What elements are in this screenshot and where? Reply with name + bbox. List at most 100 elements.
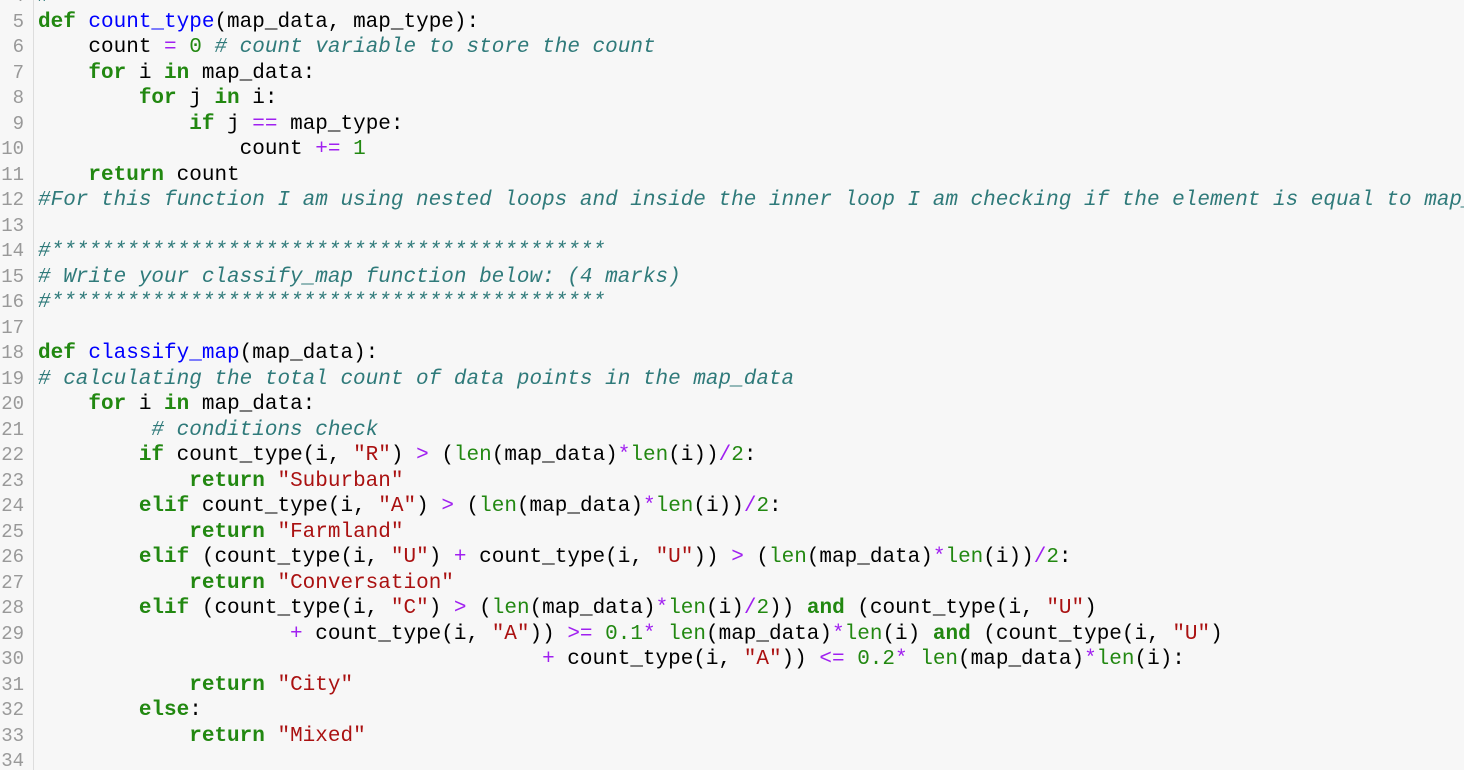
- code-line[interactable]: 30 + count_type(i, "A")) <= 0.2* len(map…: [0, 647, 1464, 673]
- code-lines[interactable]: 4#5def count_type(map_data, map_type):6 …: [0, 0, 1464, 770]
- code-text: + count_type(i, "A")) >= 0.1* len(map_da…: [38, 622, 1223, 648]
- line-number: 10: [1, 138, 24, 160]
- code-token: (: [428, 444, 454, 467]
- code-line[interactable]: 34: [0, 749, 1464, 770]
- code-line[interactable]: 27 return "Conversation": [0, 571, 1464, 597]
- comment-token: # conditions check: [151, 418, 379, 442]
- code-token: (i):: [1134, 648, 1185, 671]
- operator-token: <=: [819, 648, 845, 671]
- code-token: (map_data): [806, 546, 933, 569]
- code-line[interactable]: 28 elif (count_type(i, "C") > (len(map_d…: [0, 596, 1464, 622]
- code-line[interactable]: 7 for i in map_data:: [0, 61, 1464, 87]
- builtin-token: len: [479, 495, 517, 518]
- line-number: 11: [1, 163, 24, 186]
- code-line[interactable]: 21 # conditions check: [0, 418, 1464, 444]
- code-line[interactable]: 4#: [0, 0, 1464, 10]
- code-line[interactable]: 18 def classify_map(map_data):: [0, 341, 1464, 367]
- function-name-token: count_type: [88, 10, 215, 34]
- keyword-token: def: [38, 10, 76, 34]
- code-line[interactable]: 24 elif count_type(i, "A") > (len(map_da…: [0, 494, 1464, 520]
- code-token: (i)): [668, 444, 719, 467]
- code-line[interactable]: 6 count = 0 # count variable to store th…: [0, 35, 1464, 61]
- code-line[interactable]: 8 for j in i:: [0, 86, 1464, 112]
- code-line[interactable]: 20 for i in map_data:: [0, 392, 1464, 418]
- operator-token: ==: [252, 112, 278, 136]
- operator-token: *: [832, 622, 845, 646]
- string-literal-token: "A": [743, 648, 782, 671]
- code-token: j: [214, 112, 253, 136]
- code-token: ): [390, 444, 417, 467]
- string-literal-token: "Suburban": [277, 469, 404, 493]
- keyword-token: and: [932, 622, 971, 646]
- code-token: ): [1084, 597, 1097, 620]
- code-line[interactable]: 15 # Write your classify_map function bel…: [0, 265, 1464, 291]
- code-text: for i in map_data:: [38, 392, 315, 418]
- code-token: ): [428, 546, 454, 569]
- code-line[interactable]: 29 + count_type(i, "A")) >= 0.1* len(map…: [0, 622, 1464, 648]
- code-text: for j in i:: [38, 86, 278, 112]
- code-line[interactable]: 13: [0, 214, 1464, 240]
- code-text: return "Farmland": [38, 520, 403, 546]
- string-literal-token: "U": [1172, 622, 1211, 646]
- code-line[interactable]: 17: [0, 316, 1464, 342]
- operator-token: *: [642, 622, 656, 646]
- operator-token: *: [895, 648, 908, 671]
- keyword-token: in: [164, 61, 190, 85]
- code-text: elif count_type(i, "A") > (len(map_data)…: [38, 494, 782, 520]
- code-line[interactable]: 23 return "Suburban": [0, 469, 1464, 495]
- code-line[interactable]: 19 # calculating the total count of data …: [0, 367, 1464, 393]
- code-token: :: [1058, 546, 1072, 569]
- code-line[interactable]: 31 return "City": [0, 673, 1464, 699]
- code-editor[interactable]: 4#5def count_type(map_data, map_type):6 …: [0, 0, 1464, 770]
- builtin-token: len: [491, 597, 530, 620]
- code-text: count = 0 # count variable to store the …: [38, 35, 655, 61]
- code-line[interactable]: 25 return "Farmland": [0, 520, 1464, 546]
- line-number: 8: [12, 87, 24, 109]
- code-token: map_data:: [189, 61, 316, 85]
- keyword-token: elif: [138, 495, 190, 518]
- code-token: (count_type(i,: [844, 597, 1047, 620]
- line-number: 20: [1, 393, 24, 415]
- code-token: (i): [882, 622, 933, 646]
- code-line[interactable]: 22 if count_type(i, "R") > (len(map_data…: [0, 443, 1464, 469]
- code-line[interactable]: 26 elif (count_type(i, "U") + count_type…: [0, 545, 1464, 571]
- code-token: (map_data): [516, 495, 643, 518]
- operator-token: *: [617, 444, 631, 467]
- code-line[interactable]: 14 #*************************************…: [0, 239, 1464, 265]
- code-line[interactable]: 10 count += 1: [0, 137, 1464, 163]
- code-text: + count_type(i, "A")) <= 0.2* len(map_da…: [38, 647, 1185, 673]
- code-line[interactable]: 9 if j == map_type:: [0, 112, 1464, 138]
- code-token: (i)): [983, 546, 1034, 569]
- code-line[interactable]: 11 return count: [0, 163, 1464, 189]
- code-line[interactable]: 12 #For this function I am using nested l…: [0, 188, 1464, 214]
- code-token: )): [529, 622, 568, 646]
- operator-token: /: [743, 495, 757, 518]
- code-token: ): [416, 495, 442, 518]
- keyword-token: return: [189, 673, 265, 697]
- code-line[interactable]: 32 else:: [0, 698, 1464, 724]
- string-literal-token: "U": [390, 546, 429, 569]
- code-token: count_type(i,: [554, 648, 744, 671]
- number-literal-token: 0: [189, 36, 202, 59]
- code-line[interactable]: 16 #*************************************…: [0, 290, 1464, 316]
- code-line[interactable]: 5 def count_type(map_data, map_type):: [0, 10, 1464, 36]
- operator-token: >: [731, 546, 744, 569]
- keyword-token: for: [88, 393, 127, 416]
- code-token: (map_data): [958, 648, 1085, 671]
- number-literal-token: 0.1: [605, 622, 643, 646]
- code-token: ): [1210, 622, 1223, 646]
- string-literal-token: "Conversation": [277, 571, 454, 595]
- code-line[interactable]: 33 return "Mixed": [0, 724, 1464, 750]
